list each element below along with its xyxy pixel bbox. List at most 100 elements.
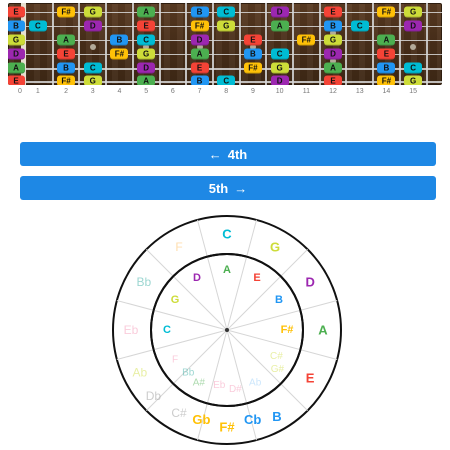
inner-key-label: G bbox=[171, 294, 180, 306]
fretboard-note[interactable]: B bbox=[324, 20, 343, 32]
fret-inlay-dot bbox=[410, 44, 417, 50]
fretboard-note[interactable]: F# bbox=[57, 75, 76, 85]
fretboard-note[interactable]: B bbox=[8, 20, 25, 32]
fretboard-note[interactable]: B bbox=[243, 48, 262, 60]
fret-number: 6 bbox=[170, 88, 175, 95]
inner-key-label: F# bbox=[281, 324, 294, 336]
fretboard-note[interactable]: C bbox=[270, 48, 289, 60]
fretboard-note[interactable]: A bbox=[377, 34, 396, 46]
fretboard-note[interactable]: A bbox=[137, 6, 156, 18]
inner-key-label: Eb bbox=[213, 380, 226, 391]
fretboard-note[interactable]: C bbox=[83, 62, 102, 74]
fret-wire bbox=[398, 3, 401, 85]
outer-key-label: D bbox=[305, 275, 314, 290]
fretboard-note[interactable]: A bbox=[8, 62, 25, 74]
inner-key-label: C bbox=[163, 324, 171, 336]
fretboard-note[interactable]: A bbox=[324, 62, 343, 74]
fretboard-note[interactable]: D bbox=[404, 20, 423, 32]
inner-key-label: A# bbox=[193, 377, 206, 388]
fretboard-note[interactable]: A bbox=[57, 34, 76, 46]
fretboard-note[interactable]: G bbox=[404, 6, 423, 18]
fretboard-note[interactable]: B bbox=[377, 62, 396, 74]
fretboard-note[interactable]: D bbox=[83, 20, 102, 32]
fretboard-note[interactable]: E bbox=[243, 34, 262, 46]
outer-key-label: Cb bbox=[244, 412, 261, 427]
fretboard-note[interactable]: A bbox=[190, 48, 209, 60]
fret-number: 7 bbox=[197, 88, 202, 95]
fifth-button-label: 5th bbox=[208, 180, 229, 196]
outer-key-label: G bbox=[270, 239, 280, 254]
fret-number: 1 bbox=[35, 88, 40, 95]
fretboard-note[interactable]: F# bbox=[297, 34, 316, 46]
fret-number: 11 bbox=[302, 88, 310, 95]
fretboard-note[interactable]: D bbox=[190, 34, 209, 46]
fretboard-note[interactable]: G bbox=[217, 20, 236, 32]
fretboard-note[interactable]: G bbox=[8, 34, 25, 46]
fretboard-note[interactable]: C bbox=[137, 34, 156, 46]
fretboard-note[interactable]: G bbox=[324, 34, 343, 46]
fretboard-note[interactable]: D bbox=[270, 75, 289, 85]
fretboard-note[interactable]: B bbox=[190, 6, 209, 18]
fretboard-note[interactable]: E bbox=[190, 62, 209, 74]
fretboard-note[interactable]: A bbox=[270, 20, 289, 32]
fretboard-note[interactable]: D bbox=[324, 48, 343, 60]
fretboard-note[interactable]: C bbox=[404, 62, 423, 74]
fret-wire bbox=[105, 3, 108, 85]
outer-key-label: Db bbox=[146, 389, 162, 403]
fretboard-note[interactable]: E bbox=[57, 48, 76, 60]
fret-inlay-dot bbox=[89, 44, 96, 50]
fret-number: 12 bbox=[329, 88, 337, 95]
inner-key-label: F bbox=[172, 355, 178, 366]
fretboard-note[interactable]: E bbox=[8, 75, 25, 85]
fret-number: 8 bbox=[224, 88, 229, 95]
fretboard-note[interactable]: G bbox=[83, 75, 102, 85]
fret-number: 9 bbox=[250, 88, 255, 95]
fretboard-note[interactable]: D bbox=[137, 62, 156, 74]
fretboard-note[interactable]: G bbox=[137, 48, 156, 60]
fretboard-note[interactable]: E bbox=[377, 48, 396, 60]
outer-key-label: Ab bbox=[132, 366, 147, 380]
inner-key-label: D bbox=[193, 272, 201, 284]
fret-wire bbox=[78, 3, 81, 85]
outer-key-label: E bbox=[306, 371, 315, 386]
fretboard-note[interactable]: B bbox=[190, 75, 209, 85]
fretboard-note[interactable]: F# bbox=[57, 6, 76, 18]
fretboard-note[interactable]: G bbox=[270, 62, 289, 74]
fret-wire bbox=[318, 3, 321, 85]
fretboard-note[interactable]: F# bbox=[110, 48, 129, 60]
fretboard-note[interactable]: E bbox=[137, 20, 156, 32]
fretboard-note[interactable]: C bbox=[350, 20, 369, 32]
fretboard-note[interactable]: F# bbox=[243, 62, 262, 74]
fretboard-note[interactable]: G bbox=[404, 75, 423, 85]
inner-key-label: C# bbox=[270, 351, 283, 362]
outer-key-label: Eb bbox=[124, 323, 139, 337]
fretboard-note[interactable]: G bbox=[83, 6, 102, 18]
fretboard-note[interactable]: B bbox=[110, 34, 129, 46]
outer-key-label: F bbox=[175, 240, 182, 254]
fretboard-note[interactable]: E bbox=[8, 6, 25, 18]
fretboard-note[interactable]: E bbox=[324, 75, 343, 85]
fretboard-note[interactable]: F# bbox=[190, 20, 209, 32]
fretboard-note[interactable]: C bbox=[217, 75, 236, 85]
fretboard-note[interactable]: F# bbox=[377, 75, 396, 85]
fretboard-note[interactable]: C bbox=[28, 20, 47, 32]
fretboard-note[interactable]: D bbox=[270, 6, 289, 18]
fretboard-note[interactable]: C bbox=[217, 6, 236, 18]
fret-number: 4 bbox=[117, 88, 122, 95]
inner-key-label: E bbox=[253, 272, 260, 284]
fretboard-note[interactable]: A bbox=[137, 75, 156, 85]
inner-key-label: B bbox=[275, 294, 283, 306]
fretboard-note[interactable]: B bbox=[57, 62, 76, 74]
next-fifth-button[interactable]: 5th → bbox=[20, 176, 436, 200]
fret-wire bbox=[158, 3, 161, 85]
outer-key-label: Gb bbox=[192, 412, 210, 427]
fretboard-note[interactable]: D bbox=[8, 48, 25, 60]
fret-wire bbox=[51, 3, 54, 85]
fret-wire bbox=[185, 3, 188, 85]
fretboard-note[interactable]: E bbox=[324, 6, 343, 18]
previous-fourth-button[interactable]: ← 4th bbox=[20, 142, 436, 166]
fret-number: 3 bbox=[90, 88, 95, 95]
fretboard-note[interactable]: F# bbox=[377, 6, 396, 18]
circle-center-dot bbox=[225, 328, 229, 332]
fret-number: 14 bbox=[382, 88, 391, 95]
